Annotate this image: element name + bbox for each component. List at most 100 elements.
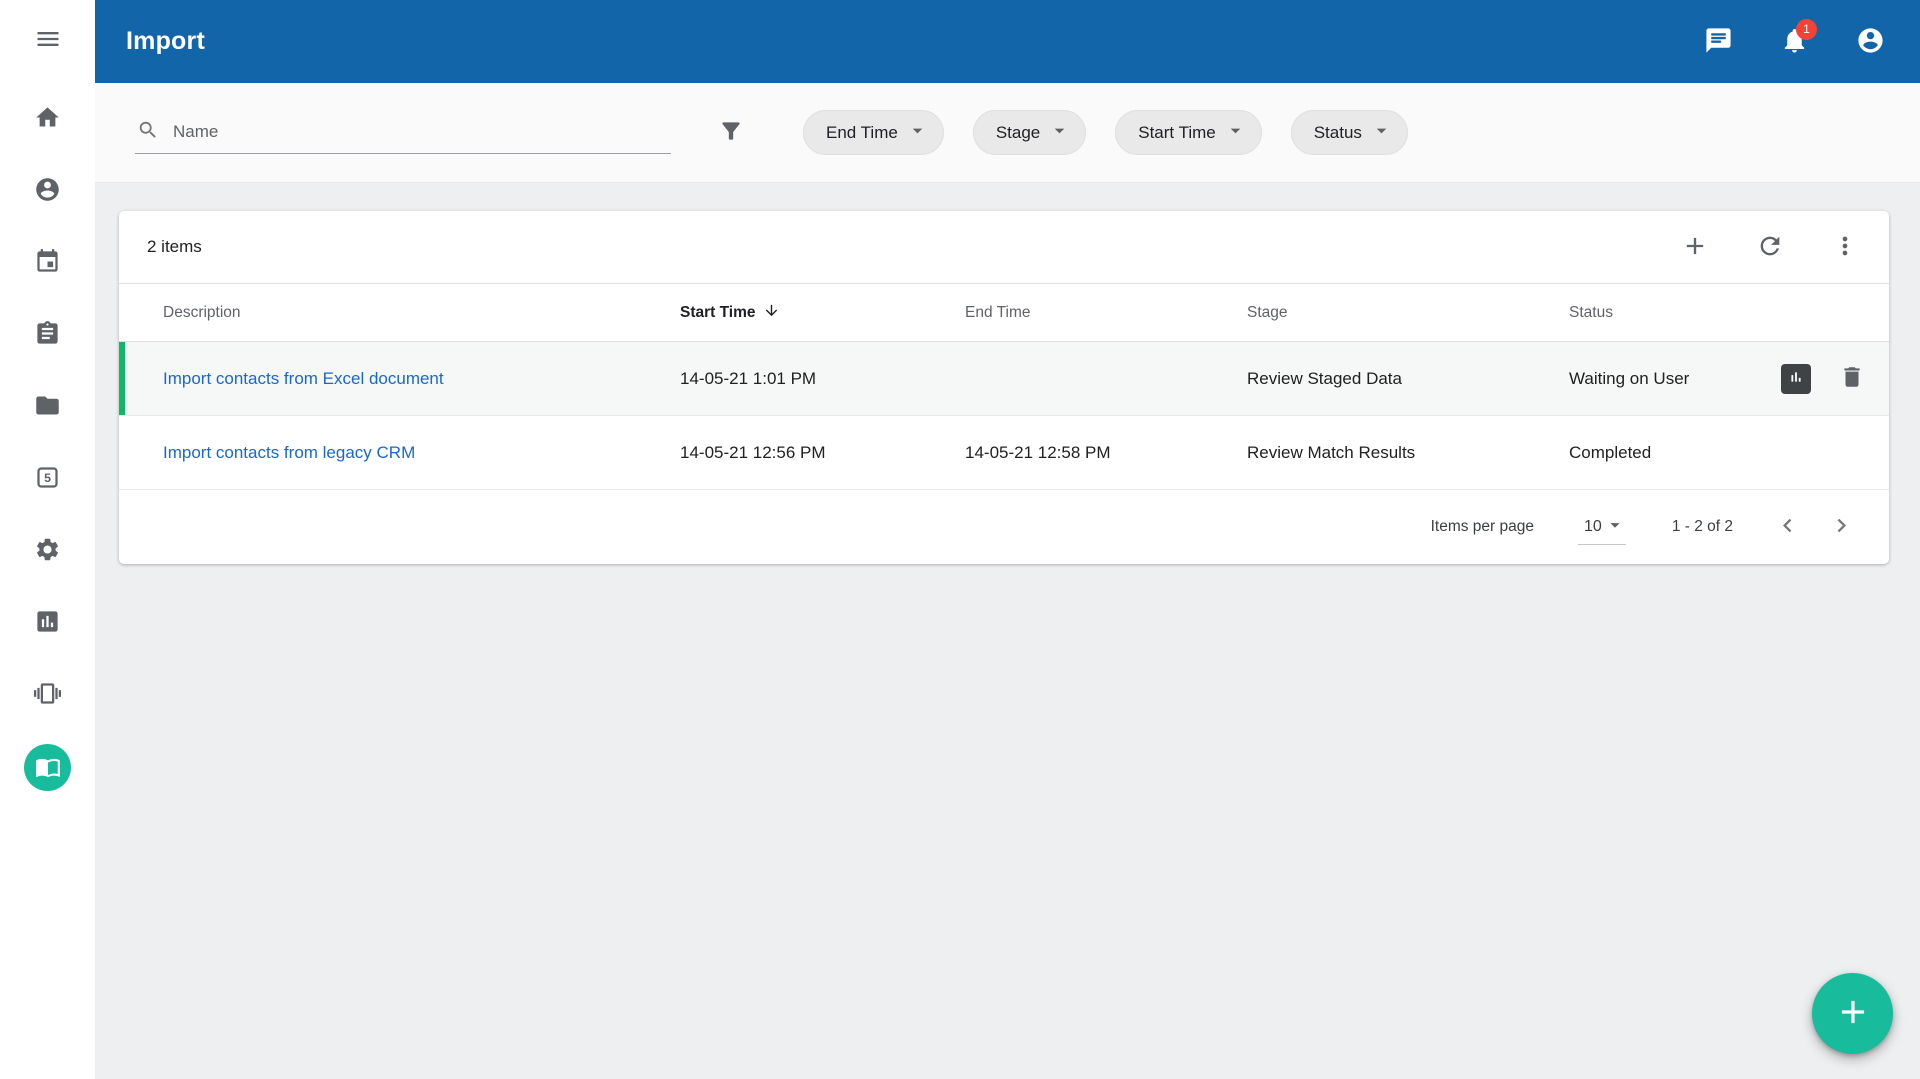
cell-description: Import contacts from legacy CRM [163, 443, 680, 463]
filter-chip-stage[interactable]: Stage [973, 110, 1086, 155]
app-bar-actions: 1 [1694, 18, 1894, 66]
person-circle-icon [34, 176, 61, 206]
filter-chips: End Time Stage Start Time Status [803, 110, 1408, 155]
cell-status: Waiting on User [1569, 369, 1719, 389]
search-icon [137, 119, 159, 146]
hamburger-icon [34, 25, 62, 58]
items-count: 2 items [147, 237, 202, 257]
bar-chart-icon [1785, 366, 1807, 391]
sidebar: 5 [0, 0, 95, 1079]
previous-page-button[interactable] [1763, 503, 1811, 551]
items-per-page-label: Items per page [1431, 518, 1534, 536]
bar-chart-icon [34, 608, 61, 638]
sidebar-item-calendar[interactable] [0, 227, 95, 299]
kebab-icon [1831, 232, 1859, 263]
sidebar-item-activities[interactable] [0, 299, 95, 371]
book-icon [24, 744, 71, 791]
page-title: Import [126, 27, 205, 56]
sidebar-nav: 5 [0, 83, 95, 803]
main-area: Import 1 [95, 0, 1920, 1079]
sidebar-item-settings[interactable] [0, 515, 95, 587]
page-range-label: 1 - 2 of 2 [1672, 518, 1733, 536]
svg-text:5: 5 [44, 471, 51, 485]
column-header-start-time[interactable]: Start Time [680, 302, 965, 324]
chip-label: Stage [996, 123, 1040, 143]
chevron-down-icon [1048, 119, 1071, 147]
sidebar-item-home[interactable] [0, 83, 95, 155]
chevron-down-icon [1604, 514, 1626, 541]
refresh-button[interactable] [1746, 223, 1794, 271]
calendar-icon [34, 248, 61, 278]
more-options-button[interactable] [1821, 223, 1869, 271]
sidebar-item-import[interactable] [0, 731, 95, 803]
sort-arrow-down-icon [763, 302, 780, 324]
delete-button[interactable] [1835, 362, 1869, 396]
notification-badge: 1 [1796, 19, 1817, 40]
column-header-status[interactable]: Status [1569, 304, 1719, 322]
view-results-button[interactable] [1781, 364, 1811, 394]
column-header-end-time[interactable]: End Time [965, 304, 1247, 322]
plus-icon [1681, 232, 1709, 263]
account-button[interactable] [1846, 18, 1894, 66]
filter-chip-end-time[interactable]: End Time [803, 110, 944, 155]
chat-icon [1704, 26, 1733, 58]
search-input[interactable] [171, 121, 669, 143]
toolbar-actions [1671, 223, 1869, 271]
chevron-down-icon [906, 119, 929, 147]
cell-end-time: 14-05-21 12:58 PM [965, 443, 1247, 463]
filter-bar: End Time Stage Start Time Status [95, 83, 1920, 183]
fab-add-button[interactable] [1812, 973, 1893, 1054]
chevron-right-icon [1828, 512, 1855, 542]
folder-icon [34, 392, 61, 422]
account-circle-icon [1856, 26, 1885, 58]
cell-start-time: 14-05-21 1:01 PM [680, 369, 965, 389]
messages-button[interactable] [1694, 18, 1742, 66]
column-header-description[interactable]: Description [163, 304, 680, 322]
filter-chip-start-time[interactable]: Start Time [1115, 110, 1261, 155]
paginator: Items per page 10 1 - 2 of 2 [119, 490, 1889, 564]
cell-start-time: 14-05-21 12:56 PM [680, 443, 965, 463]
import-list-card: 2 items Description [119, 211, 1889, 564]
sidebar-item-contacts[interactable] [0, 155, 95, 227]
app-root: 5 Import [0, 0, 1920, 1079]
plus-icon [1834, 993, 1872, 1034]
sidebar-item-five[interactable]: 5 [0, 443, 95, 515]
cell-description: Import contacts from Excel document [163, 369, 680, 389]
chevron-down-icon [1224, 119, 1247, 147]
sidebar-item-documents[interactable] [0, 371, 95, 443]
clipboard-icon [34, 320, 61, 350]
chip-label: End Time [826, 123, 898, 143]
table-row[interactable]: Import contacts from Excel document 14-0… [119, 342, 1889, 416]
app-bar: Import 1 [95, 0, 1920, 83]
table-row[interactable]: Import contacts from legacy CRM 14-05-21… [119, 416, 1889, 490]
gear-icon [34, 536, 61, 566]
sidebar-item-reports[interactable] [0, 587, 95, 659]
page-size-select[interactable]: 10 [1578, 510, 1626, 545]
add-import-button[interactable] [1671, 223, 1719, 271]
cell-status: Completed [1569, 443, 1719, 463]
cell-stage: Review Match Results [1247, 443, 1569, 463]
refresh-icon [1756, 232, 1784, 263]
card-toolbar: 2 items [119, 211, 1889, 284]
notifications-button[interactable]: 1 [1770, 18, 1818, 66]
sidebar-item-phone[interactable] [0, 659, 95, 731]
table-header-row: Description Start Time End Time Stage St… [119, 284, 1889, 342]
chevron-down-icon [1370, 119, 1393, 147]
content-area: 2 items Description [95, 183, 1920, 1079]
filter-chip-status[interactable]: Status [1291, 110, 1408, 155]
import-link[interactable]: Import contacts from legacy CRM [163, 443, 415, 462]
home-icon [34, 104, 61, 134]
five-square-icon: 5 [34, 464, 61, 494]
chip-label: Start Time [1138, 123, 1215, 143]
trash-icon [1839, 364, 1865, 393]
filter-funnel-button[interactable] [709, 111, 753, 155]
hamburger-menu-button[interactable] [0, 0, 95, 83]
column-header-stage[interactable]: Stage [1247, 304, 1569, 322]
chip-label: Status [1314, 123, 1362, 143]
chevron-left-icon [1774, 512, 1801, 542]
import-link[interactable]: Import contacts from Excel document [163, 369, 444, 388]
search-field [135, 112, 671, 154]
next-page-button[interactable] [1817, 503, 1865, 551]
row-actions [1719, 362, 1869, 396]
funnel-icon [718, 118, 744, 147]
